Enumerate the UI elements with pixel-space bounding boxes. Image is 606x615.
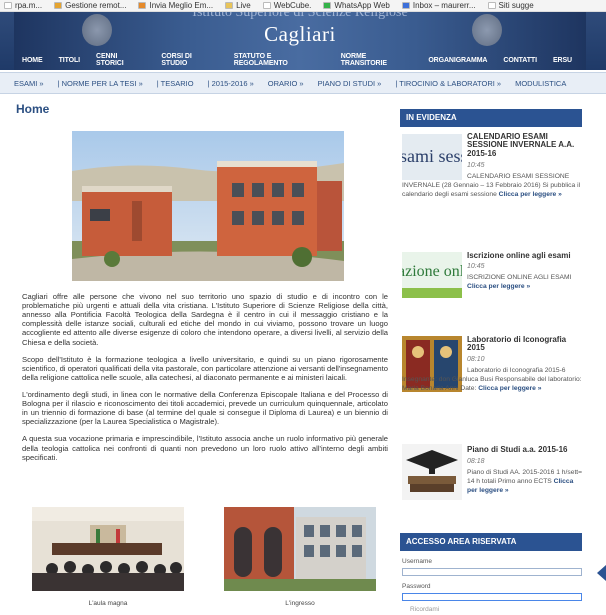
hero-image <box>72 131 344 281</box>
intro-paragraph: Scopo dell'Istituto è la formazione teol… <box>22 354 388 382</box>
username-label: Username <box>402 558 432 565</box>
news-thumbnail-text: azione onlin <box>402 263 462 280</box>
news-excerpt: Laboratorio di Iconografia 2015-6 Insegn… <box>402 366 582 393</box>
app-icon <box>138 2 147 9</box>
news-title[interactable]: CALENDARIO ESAMI SESSIONE INVERNALE A.A.… <box>467 132 583 158</box>
bookmark-label: WebCube. <box>273 1 312 10</box>
news-title[interactable]: Laboratorio di Iconografia 2015 <box>467 335 583 353</box>
page-icon <box>4 2 12 9</box>
sub-nav-link[interactable]: ORARIO » <box>268 79 304 88</box>
sub-nav-link[interactable]: PIANO DI STUDI » <box>318 79 382 88</box>
news-excerpt: ISCRIZIONE ONLINE AGLI ESAMI Clicca per … <box>467 273 583 291</box>
main-nav-link[interactable]: ORGANIGRAMMA <box>420 57 495 64</box>
read-more-link[interactable]: Clicca per leggere » <box>467 283 530 290</box>
ingresso-caption: L'ingresso <box>285 600 315 607</box>
main-nav-link[interactable]: ERSU <box>545 57 580 64</box>
bookmark-label: Siti sugge <box>498 1 534 10</box>
aula-magna-photo[interactable] <box>32 507 184 591</box>
bookmarks-bar: rpa.m... Gestione remot... Invia Meglio Em… <box>0 0 606 12</box>
news-time: 10:45 <box>467 162 485 169</box>
news-time: 10:45 <box>467 263 485 270</box>
main-nav-link[interactable]: CORSI DI STUDIO <box>153 53 225 67</box>
sub-nav-link[interactable]: | 2015-2016 » <box>208 79 254 88</box>
header-banner: Istituto Superiore di Scienze Religiose … <box>14 12 586 70</box>
news-excerpt: Piano di Studi AA. 2015-2016 1 h/sett= 1… <box>467 468 583 495</box>
bookmark-item[interactable]: Live <box>225 1 251 10</box>
main-nav-link[interactable]: STATUTO E REGOLAMENTO <box>226 53 333 67</box>
app-icon <box>323 2 332 9</box>
news-title[interactable]: Iscrizione online agli esami <box>467 251 583 260</box>
login-header: ACCESSO AREA RISERVATA <box>400 533 582 551</box>
sub-nav: ESAMI » | NORME PER LA TESI » | TESARIO | 2… <box>0 72 606 94</box>
bookmark-item[interactable]: WhatsApp Web <box>323 1 390 10</box>
page-icon <box>487 2 496 9</box>
mail-icon <box>401 2 410 9</box>
bookmark-item[interactable]: Inbox – maurerr... <box>401 1 476 10</box>
bookmark-item[interactable]: Invia Meglio Em... <box>138 1 213 10</box>
site-header: Istituto Superiore di Scienze Religiose … <box>0 12 606 70</box>
bookmark-label: Inbox – maurerr... <box>412 1 476 10</box>
main-nav-link[interactable]: CENNI STORICI <box>88 53 153 67</box>
app-icon <box>54 2 63 9</box>
read-more-link[interactable]: Clicca per leggere » <box>478 385 541 392</box>
institute-name: Istituto Superiore di Scienze Religiose <box>192 12 408 20</box>
password-input[interactable] <box>402 593 582 601</box>
news-title[interactable]: Piano di Studi a.a. 2015-16 <box>467 445 583 454</box>
ingresso-photo[interactable] <box>224 507 376 591</box>
news-thumbnail-text: sami sessio <box>402 146 462 166</box>
sub-nav-link[interactable]: | NORME PER LA TESI » <box>58 79 143 88</box>
intro-paragraph: A questa sua vocazione primaria e impres… <box>22 434 388 462</box>
sub-nav-link[interactable]: | TESARIO <box>157 79 194 88</box>
bookmark-label: Gestione remot... <box>65 1 127 10</box>
page-icon <box>262 2 271 9</box>
news-thumbnail[interactable] <box>402 444 462 500</box>
bookmark-item[interactable]: Siti sugge <box>487 1 534 10</box>
news-excerpt-text: ISCRIZIONE ONLINE AGLI ESAMI <box>467 274 572 281</box>
sub-nav-link[interactable]: ESAMI » <box>14 79 44 88</box>
bookmark-label: WhatsApp Web <box>334 1 390 10</box>
intro-paragraph: Cagliari offre alle persone che vivono n… <box>22 292 388 347</box>
main-nav: HOME TITOLI CENNI STORICI CORSI DI STUDIO ST… <box>14 52 586 68</box>
aula-magna-caption: L'aula magna <box>88 600 128 607</box>
bookmark-item[interactable]: WebCube. <box>262 1 312 10</box>
site-title: Cagliari <box>264 22 336 46</box>
intro-text: Cagliari offre alle persone che vivono n… <box>22 292 388 470</box>
intro-paragraph: L'ordinamento degli studi, in linea con … <box>22 389 388 427</box>
scroll-arrow-icon[interactable] <box>597 565 606 581</box>
main-nav-link[interactable]: CONTATTI <box>495 57 545 64</box>
password-label: Password <box>402 583 431 590</box>
main-nav-link[interactable]: TITOLI <box>51 57 88 64</box>
bookmark-item[interactable]: Gestione remot... <box>54 1 126 10</box>
sub-nav-link[interactable]: | TIROCINIO & LABORATORI » <box>395 79 501 88</box>
username-input[interactable] <box>402 568 582 576</box>
bookmark-label: Invia Meglio Em... <box>149 1 214 10</box>
sub-nav-link[interactable]: MODULISTICA <box>515 79 566 88</box>
main-nav-link[interactable]: NORME TRANSITORIE <box>333 53 421 67</box>
bookmark-item[interactable]: rpa.m... <box>4 1 42 10</box>
in-evidenza-header: IN EVIDENZA <box>400 109 582 127</box>
news-excerpt: CALENDARIO ESAMI SESSIONE INVERNALE (28 … <box>402 172 582 199</box>
news-time: 08:18 <box>467 458 485 465</box>
page-title: Home <box>16 102 50 116</box>
folder-icon <box>225 2 234 9</box>
news-time: 08:10 <box>467 356 485 363</box>
read-more-link[interactable]: Clicca per leggere » <box>499 191 562 198</box>
main-nav-link[interactable]: HOME <box>14 57 51 64</box>
news-thumbnail[interactable]: azione onlin <box>402 252 462 298</box>
remember-me-label[interactable]: Ricordami <box>410 606 439 613</box>
bookmark-label: rpa.m... <box>15 1 43 10</box>
bookmark-label: Live <box>236 1 251 10</box>
